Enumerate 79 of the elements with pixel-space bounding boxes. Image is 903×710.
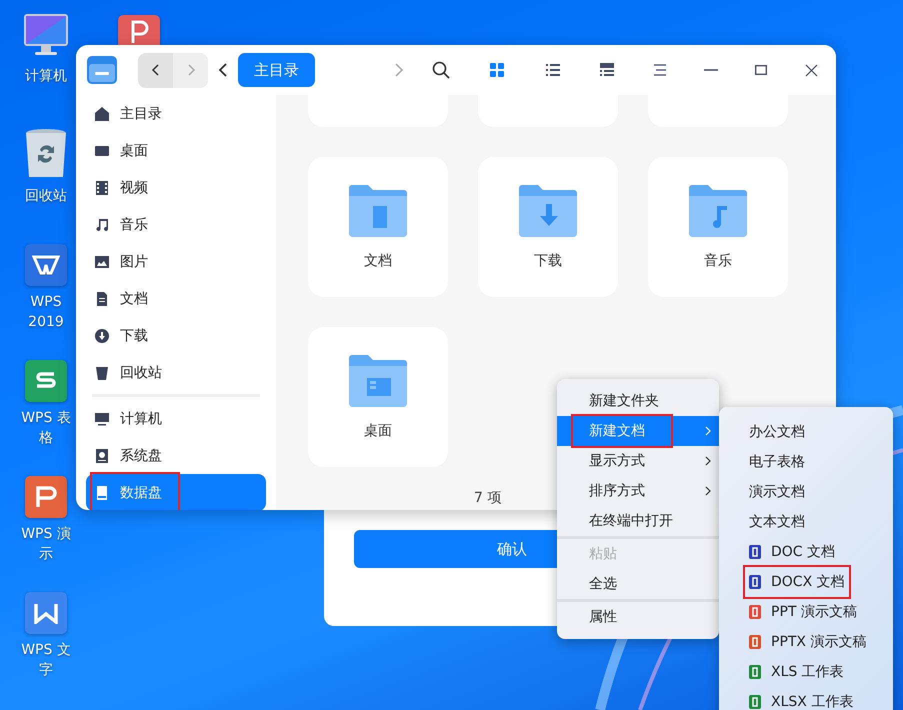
- folder-icon: [687, 184, 749, 238]
- menu-item[interactable]: 显示方式: [557, 446, 719, 476]
- minimize-icon: [704, 69, 718, 71]
- breadcrumb-tab[interactable]: 主目录: [238, 53, 315, 87]
- submenu-item[interactable]: 办公文档: [719, 417, 893, 447]
- desktop-icon-label[interactable]: 回收站: [18, 186, 74, 206]
- menu-item[interactable]: 属性: [557, 602, 719, 632]
- trash-icon: [24, 128, 68, 180]
- monitor-icon: [94, 410, 110, 426]
- back-icon: [150, 63, 160, 77]
- app-icon[interactable]: [118, 15, 160, 45]
- list-view-icon: [545, 62, 561, 78]
- folder-icon: [347, 184, 409, 238]
- sidebar-item[interactable]: 计算机: [86, 400, 266, 437]
- submenu-item[interactable]: PPT 演示文稿: [719, 597, 893, 627]
- submenu-item[interactable]: 演示文档: [719, 477, 893, 507]
- music-icon: [94, 216, 110, 232]
- sidebar-item[interactable]: 文档: [86, 280, 266, 317]
- chevron-icon: [705, 426, 711, 436]
- folder-icon: [517, 184, 579, 238]
- drive-icon: [94, 484, 110, 500]
- chevron-icon: [705, 486, 711, 496]
- folder-label: 文档: [364, 252, 392, 270]
- menu-icon: [653, 64, 667, 76]
- app-icon[interactable]: [25, 244, 67, 286]
- sidebar-item[interactable]: 音乐: [86, 206, 266, 243]
- folder-label: 桌面: [364, 422, 392, 440]
- detail-view-icon: [599, 62, 615, 78]
- submenu-item[interactable]: PPTX 演示文稿: [719, 627, 893, 657]
- app-icon[interactable]: [25, 476, 67, 518]
- folder-card[interactable]: 文档: [308, 157, 448, 297]
- item-count: 7 项: [474, 489, 502, 507]
- chevron-right-icon: [394, 62, 404, 78]
- desktop-icon-label[interactable]: WPS 演示: [18, 524, 74, 564]
- document-icon: [94, 290, 110, 306]
- grid-view-icon: [489, 62, 505, 78]
- forward-icon: [186, 63, 196, 77]
- folder-card[interactable]: 下载: [478, 157, 618, 297]
- submenu-item[interactable]: DOC 文档: [719, 537, 893, 567]
- folder-label: 下载: [534, 252, 562, 270]
- sidebar-item[interactable]: 回收站: [86, 354, 266, 391]
- submenu-item[interactable]: 电子表格: [719, 447, 893, 477]
- sidebar-item[interactable]: 系统盘: [86, 437, 266, 474]
- submenu-item[interactable]: 文本文档: [719, 507, 893, 537]
- menu-item[interactable]: 新建文档: [557, 416, 719, 446]
- folder-card[interactable]: 音乐: [648, 157, 788, 297]
- sidebar-item[interactable]: 下载: [86, 317, 266, 354]
- submenu-item[interactable]: XLS 工作表: [719, 657, 893, 687]
- desktop-icon-label[interactable]: WPS 表格: [18, 408, 74, 448]
- sidebar-item[interactable]: 图片: [86, 243, 266, 280]
- submenu-item[interactable]: DOCX 文档: [719, 567, 893, 597]
- folder-icon: [86, 55, 118, 85]
- sidebar-item[interactable]: 桌面: [86, 132, 266, 169]
- home-icon: [94, 106, 110, 122]
- image-icon: [94, 254, 110, 270]
- desktop-icon-label[interactable]: WPS 文字: [18, 640, 74, 680]
- sidebar-item[interactable]: 主目录: [86, 95, 266, 132]
- chevron-left-icon: [218, 62, 228, 78]
- maximize-icon: [755, 65, 767, 75]
- close-icon: [804, 64, 818, 76]
- app-icon[interactable]: [25, 592, 67, 634]
- search-icon: [432, 61, 450, 79]
- submenu-item[interactable]: XLSX 工作表: [719, 687, 893, 710]
- folder-icon: [347, 354, 409, 408]
- desktop-icon-label[interactable]: WPS 2019: [18, 292, 74, 332]
- trash-icon: [94, 364, 110, 380]
- app-icon[interactable]: [25, 360, 67, 402]
- desktop-icon-label[interactable]: 计算机: [18, 66, 74, 86]
- folder-label: 音乐: [704, 252, 732, 270]
- menu-item[interactable]: 排序方式: [557, 476, 719, 506]
- sidebar-item[interactable]: 数据盘: [86, 474, 266, 510]
- download-icon: [94, 328, 110, 344]
- sidebar-item[interactable]: 视频: [86, 169, 266, 206]
- chevron-icon: [705, 456, 711, 466]
- film-icon: [94, 180, 110, 196]
- back-button[interactable]: [138, 52, 173, 88]
- folder-card[interactable]: 桌面: [308, 327, 448, 467]
- menu-item[interactable]: 新建文件夹: [557, 386, 719, 416]
- menu-item[interactable]: 全选: [557, 569, 719, 599]
